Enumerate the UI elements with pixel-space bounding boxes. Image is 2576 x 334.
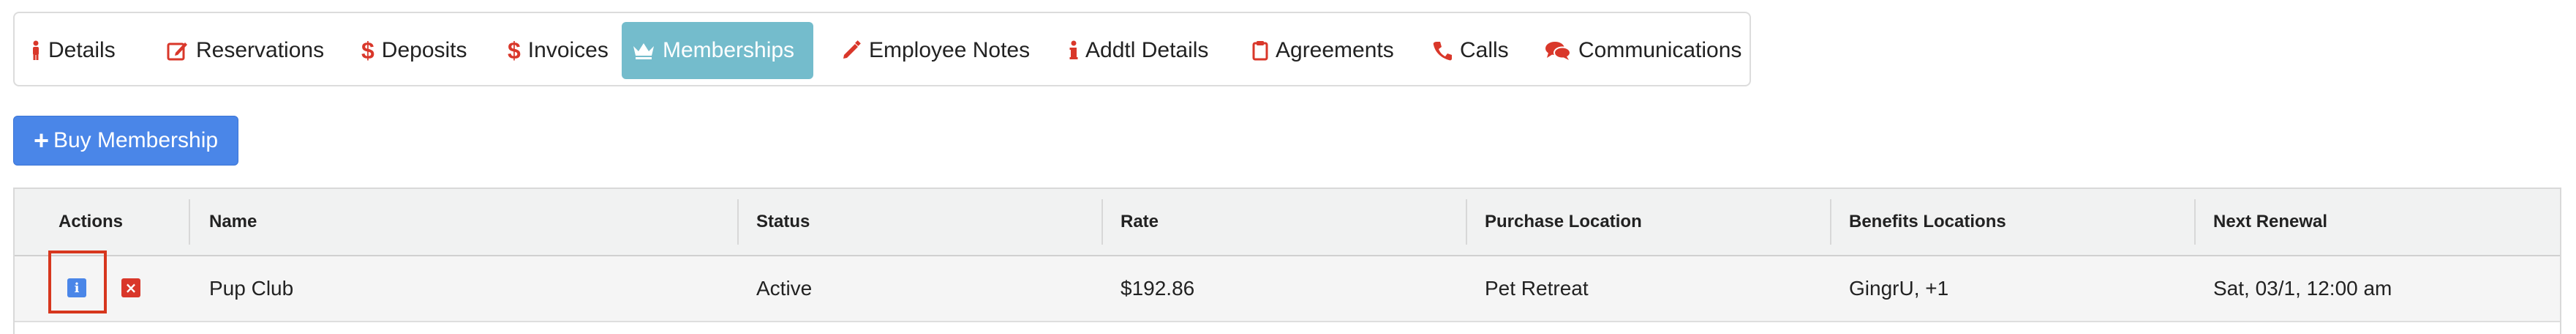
col-name: Name [209, 212, 257, 231]
person-icon [31, 40, 41, 61]
dollar-icon: $ [508, 37, 521, 64]
tab-label: Reservations [196, 38, 325, 62]
info-icon [1069, 40, 1078, 61]
col-actions: Actions [59, 212, 124, 231]
column-divider [1830, 199, 1831, 245]
tab-reservations[interactable]: Reservations [157, 22, 334, 79]
plus-icon: + [33, 125, 49, 155]
tab-label: Communications [1578, 38, 1742, 62]
tab-agreements[interactable]: Agreements [1242, 22, 1404, 79]
tab-addtl-details[interactable]: Addtl Details [1059, 22, 1219, 79]
buy-membership-button[interactable]: + Buy Membership [13, 116, 238, 166]
tab-bar: Details Reservations $ Deposits $ Invoic… [13, 12, 1751, 86]
dollar-icon: $ [361, 37, 374, 64]
phone-icon [1432, 40, 1453, 61]
tab-label: Addtl Details [1085, 38, 1209, 62]
column-divider [1466, 199, 1467, 245]
memberships-table: Actions Name Status Rate Purchase Locati… [13, 188, 2561, 334]
tab-label: Agreements [1276, 38, 1394, 62]
tab-label: Memberships [663, 38, 795, 62]
info-icon[interactable]: i [67, 278, 86, 297]
clipboard-icon [1252, 40, 1268, 61]
memberships-page: Details Reservations $ Deposits $ Invoic… [0, 0, 2576, 334]
tab-label: Invoices [527, 38, 609, 62]
column-divider [1101, 199, 1103, 245]
comments-icon [1545, 40, 1571, 61]
tab-employee-notes[interactable]: Employee Notes [831, 22, 1040, 79]
tab-memberships[interactable]: Memberships [622, 22, 813, 79]
tab-label: Details [48, 38, 116, 62]
column-divider [737, 199, 739, 245]
col-purchase-location: Purchase Location [1485, 212, 1642, 231]
col-status: Status [756, 212, 810, 231]
tab-label: Calls [1460, 38, 1509, 62]
delete-icon[interactable]: × [121, 278, 140, 297]
tab-calls[interactable]: Calls [1422, 22, 1519, 79]
buy-membership-label: Buy Membership [53, 128, 219, 152]
cell-benefits-locations: GingrU, +1 [1849, 277, 1949, 300]
column-divider [189, 199, 190, 245]
column-divider [2194, 199, 2196, 245]
tab-invoices[interactable]: $ Invoices [497, 22, 619, 79]
cell-next-renewal: Sat, 03/1, 12:00 am [2213, 277, 2392, 300]
cell-purchase-location: Pet Retreat [1485, 277, 1589, 300]
tab-communications[interactable]: Communications [1534, 22, 1752, 79]
tab-deposits[interactable]: $ Deposits [351, 22, 478, 79]
edit-square-icon [167, 40, 189, 61]
crown-icon [632, 41, 655, 60]
cell-name: Pup Club [209, 277, 294, 300]
col-next-renewal: Next Renewal [2213, 212, 2328, 231]
cell-rate: $192.86 [1121, 277, 1195, 300]
col-rate: Rate [1121, 212, 1159, 231]
col-benefits-locations: Benefits Locations [1849, 212, 2006, 231]
table-header: Actions Name Status Rate Purchase Locati… [15, 189, 2560, 256]
tab-label: Deposits [381, 38, 467, 62]
table-row[interactable]: i × Pup Club Active $192.86 Pet Retreat … [15, 256, 2560, 322]
pencil-icon [841, 40, 862, 61]
tab-label: Employee Notes [869, 38, 1031, 62]
cell-status: Active [756, 277, 813, 300]
tab-details[interactable]: Details [20, 22, 126, 79]
